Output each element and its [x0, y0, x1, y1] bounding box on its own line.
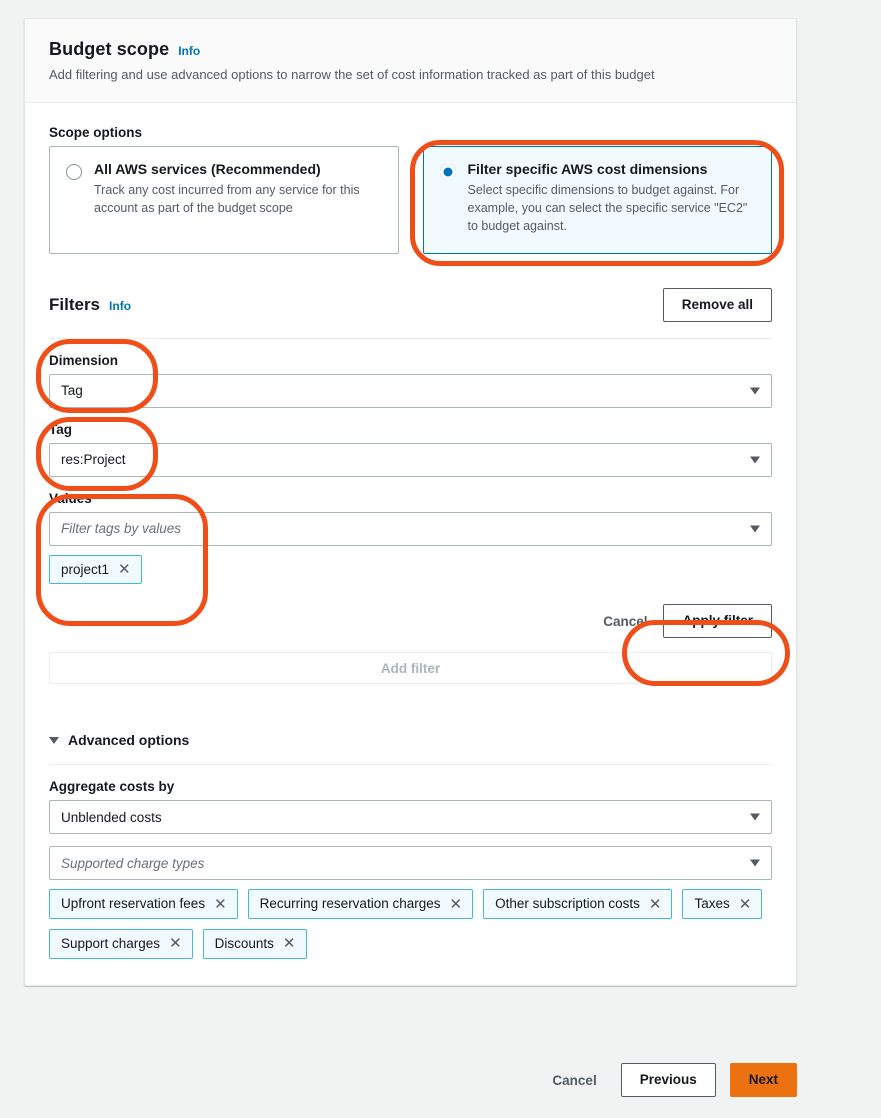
advanced-options-toggle[interactable]: Advanced options: [49, 732, 772, 748]
tag-select[interactable]: res:Project: [49, 443, 772, 477]
values-token-list: project1 ✕: [49, 555, 772, 585]
card-title-row: Budget scope Info: [49, 39, 772, 60]
scope-option-description: Track any cost incurred from any service…: [94, 182, 382, 218]
budget-scope-page: Budget scope Info Add filtering and use …: [0, 0, 881, 1118]
charge-type-token-label: Support charges: [61, 935, 160, 953]
scope-options-group: All AWS services (Recommended) Track any…: [49, 146, 772, 254]
filter-cancel-button[interactable]: Cancel: [593, 606, 657, 637]
page-title: Budget scope: [49, 39, 169, 60]
chevron-down-icon: [750, 525, 760, 532]
charge-type-token[interactable]: Other subscription costs ✕: [483, 889, 672, 919]
values-label: Values: [49, 491, 772, 506]
dimension-select-value: Tag: [61, 383, 83, 398]
value-token[interactable]: project1 ✕: [49, 555, 142, 585]
apply-filter-button[interactable]: Apply filter: [663, 604, 772, 638]
filters-title: Filters: [49, 295, 100, 315]
chevron-down-icon: [750, 860, 760, 867]
charge-type-token[interactable]: Upfront reservation fees ✕: [49, 889, 238, 919]
value-token-label: project1: [61, 561, 109, 579]
radio-all-aws-services[interactable]: [66, 164, 82, 180]
scope-options-label: Scope options: [49, 125, 772, 140]
next-button[interactable]: Next: [730, 1063, 797, 1097]
charge-type-token-label: Upfront reservation fees: [61, 895, 205, 913]
advanced-options-section: Advanced options Aggregate costs by Unbl…: [49, 732, 772, 958]
charge-types-input[interactable]: Supported charge types: [49, 846, 772, 880]
charge-types-placeholder: Supported charge types: [61, 856, 204, 871]
card-body: Scope options All AWS services (Recommen…: [25, 103, 796, 985]
close-icon[interactable]: ✕: [169, 936, 182, 951]
scope-option-title: All AWS services (Recommended): [94, 161, 382, 179]
header-info-link[interactable]: Info: [178, 44, 200, 58]
charge-type-token-label: Other subscription costs: [495, 895, 640, 913]
tag-label: Tag: [49, 422, 772, 437]
aggregate-costs-value: Unblended costs: [61, 810, 162, 825]
dimension-select[interactable]: Tag: [49, 374, 772, 408]
close-icon[interactable]: ✕: [214, 897, 227, 912]
chevron-down-icon: [750, 387, 760, 394]
add-filter-button[interactable]: Add filter: [49, 652, 772, 684]
wizard-footer: Cancel Previous Next: [24, 1063, 797, 1097]
values-input-placeholder: Filter tags by values: [61, 521, 181, 536]
charge-type-token-label: Discounts: [215, 935, 274, 953]
charge-type-token[interactable]: Support charges ✕: [49, 929, 193, 959]
charge-types-field: Supported charge types Upfront reservati…: [49, 846, 772, 958]
chevron-down-icon: [750, 456, 760, 463]
scope-option-text: Filter specific AWS cost dimensions Sele…: [468, 161, 756, 237]
aggregate-costs-label: Aggregate costs by: [49, 779, 772, 794]
card-header: Budget scope Info Add filtering and use …: [25, 19, 796, 103]
close-icon[interactable]: ✕: [450, 897, 463, 912]
dimension-label: Dimension: [49, 353, 772, 368]
close-icon[interactable]: ✕: [649, 897, 662, 912]
charge-type-token[interactable]: Recurring reservation charges ✕: [248, 889, 473, 919]
remove-all-button[interactable]: Remove all: [663, 288, 772, 322]
scope-option-filter-specific-dimensions[interactable]: Filter specific AWS cost dimensions Sele…: [423, 146, 773, 254]
values-input[interactable]: Filter tags by values: [49, 512, 772, 546]
close-icon[interactable]: ✕: [283, 936, 296, 951]
tag-field: Tag res:Project: [49, 422, 772, 477]
charge-type-token[interactable]: Discounts ✕: [203, 929, 307, 959]
tag-select-value: res:Project: [61, 452, 126, 467]
scope-option-title: Filter specific AWS cost dimensions: [468, 161, 756, 179]
values-field: Values Filter tags by values project1 ✕: [49, 491, 772, 585]
advanced-options-title: Advanced options: [68, 732, 189, 748]
charge-type-token-label: Taxes: [694, 895, 729, 913]
budget-scope-card: Budget scope Info Add filtering and use …: [24, 18, 797, 986]
filters-divider: [49, 338, 772, 339]
caret-down-icon: [49, 737, 59, 744]
charge-type-token-list: Upfront reservation fees ✕ Recurring res…: [49, 889, 772, 958]
chevron-down-icon: [750, 814, 760, 821]
footer-cancel-button[interactable]: Cancel: [542, 1065, 606, 1096]
previous-button[interactable]: Previous: [621, 1063, 716, 1097]
aggregate-costs-field: Aggregate costs by Unblended costs: [49, 779, 772, 834]
filters-header: Filters Info Remove all: [49, 288, 772, 322]
radio-filter-specific-dimensions[interactable]: [440, 164, 456, 180]
close-icon[interactable]: ✕: [739, 897, 752, 912]
advanced-divider: [49, 764, 772, 765]
filter-action-row: Cancel Apply filter: [49, 604, 772, 638]
filters-info-link[interactable]: Info: [109, 299, 131, 313]
dimension-field: Dimension Tag: [49, 353, 772, 408]
scope-option-description: Select specific dimensions to budget aga…: [468, 182, 756, 235]
charge-type-token-label: Recurring reservation charges: [260, 895, 441, 913]
filters-title-row: Filters Info: [49, 295, 131, 315]
scope-option-text: All AWS services (Recommended) Track any…: [94, 161, 382, 237]
card-description: Add filtering and use advanced options t…: [49, 66, 772, 84]
charge-type-token[interactable]: Taxes ✕: [682, 889, 762, 919]
scope-option-all-aws-services[interactable]: All AWS services (Recommended) Track any…: [49, 146, 399, 254]
aggregate-costs-select[interactable]: Unblended costs: [49, 800, 772, 834]
close-icon[interactable]: ✕: [118, 562, 131, 577]
